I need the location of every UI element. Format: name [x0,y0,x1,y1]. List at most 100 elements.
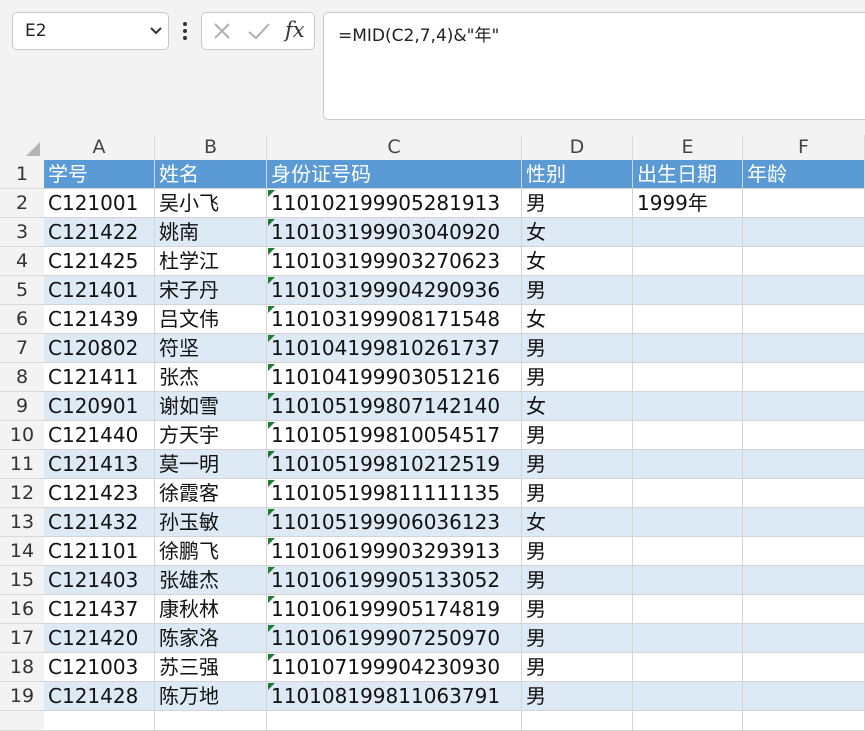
cell-e17[interactable] [633,624,743,653]
cell-a2[interactable]: C121001 [44,189,155,218]
cell-a5[interactable]: C121401 [44,276,155,305]
cell-c19[interactable]: 110108199811063791 [267,682,522,711]
row-header-1[interactable]: 1 [0,160,44,189]
cell-a16[interactable]: C121437 [44,595,155,624]
cell-f6[interactable] [743,305,865,334]
cell-e3[interactable] [633,218,743,247]
cell-e20[interactable] [633,711,743,731]
row-header-18[interactable]: 18 [0,653,44,682]
cell-d14[interactable]: 男 [522,537,633,566]
cell-f2[interactable] [743,189,865,218]
cell-f14[interactable] [743,537,865,566]
column-header-e[interactable]: E [633,135,743,160]
cell-a17[interactable]: C121420 [44,624,155,653]
cell-b14[interactable]: 徐鹏飞 [155,537,267,566]
cell-f5[interactable] [743,276,865,305]
row-header-11[interactable]: 11 [0,450,44,479]
cell-d11[interactable]: 男 [522,450,633,479]
cell-f16[interactable] [743,595,865,624]
row-header-13[interactable]: 13 [0,508,44,537]
row-header-9[interactable]: 9 [0,392,44,421]
cell-f7[interactable] [743,334,865,363]
cell-b13[interactable]: 孙玉敏 [155,508,267,537]
row-header-12[interactable]: 12 [0,479,44,508]
cell-a3[interactable]: C121422 [44,218,155,247]
cell-c17[interactable]: 110106199907250970 [267,624,522,653]
insert-function-button[interactable]: fx [285,18,305,42]
cell-c6[interactable]: 110103199908171548 [267,305,522,334]
cell-d8[interactable]: 男 [522,363,633,392]
cell-c4[interactable]: 110103199903270623 [267,247,522,276]
cell-c20[interactable] [267,711,522,731]
column-header-a[interactable]: A [44,135,155,160]
cell-f19[interactable] [743,682,865,711]
column-header-d[interactable]: D [522,135,633,160]
cell-e18[interactable] [633,653,743,682]
cell-f20[interactable] [743,711,865,731]
cancel-icon[interactable] [212,21,232,41]
cell-e2[interactable]: 1999年 [633,189,743,218]
cell-b19[interactable]: 陈万地 [155,682,267,711]
row-header-6[interactable]: 6 [0,305,44,334]
cell-d17[interactable]: 男 [522,624,633,653]
cell-c2[interactable]: 110102199905281913 [267,189,522,218]
row-header-8[interactable]: 8 [0,363,44,392]
cell-b12[interactable]: 徐霞客 [155,479,267,508]
cell-e10[interactable] [633,421,743,450]
row-header-3[interactable]: 3 [0,218,44,247]
row-header-5[interactable]: 5 [0,276,44,305]
cell-e19[interactable] [633,682,743,711]
cell-a12[interactable]: C121423 [44,479,155,508]
cell-e8[interactable] [633,363,743,392]
cell-e11[interactable] [633,450,743,479]
cell-a19[interactable]: C121428 [44,682,155,711]
cell-e6[interactable] [633,305,743,334]
cell-b7[interactable]: 符坚 [155,334,267,363]
cell-e16[interactable] [633,595,743,624]
cell-a13[interactable]: C121432 [44,508,155,537]
cell-b6[interactable]: 吕文伟 [155,305,267,334]
cell-a20[interactable] [44,711,155,731]
cell-a18[interactable]: C121003 [44,653,155,682]
row-header-20[interactable] [0,711,44,731]
column-header-c[interactable]: C [267,135,522,160]
cell-f9[interactable] [743,392,865,421]
row-header-17[interactable]: 17 [0,624,44,653]
cell-a8[interactable]: C121411 [44,363,155,392]
cell-b3[interactable]: 姚南 [155,218,267,247]
cell-f10[interactable] [743,421,865,450]
header-cell-a1[interactable]: 学号 [44,160,155,189]
cell-d16[interactable]: 男 [522,595,633,624]
cell-d3[interactable]: 女 [522,218,633,247]
cell-e14[interactable] [633,537,743,566]
cell-c7[interactable]: 110104199810261737 [267,334,522,363]
cell-c5[interactable]: 110103199904290936 [267,276,522,305]
name-box[interactable]: E2 [12,12,169,50]
cell-b11[interactable]: 莫一明 [155,450,267,479]
cell-d4[interactable]: 女 [522,247,633,276]
cell-d9[interactable]: 女 [522,392,633,421]
column-header-b[interactable]: B [155,135,267,160]
cell-a15[interactable]: C121403 [44,566,155,595]
formula-input[interactable]: =MID(C2,7,4)&"年" [323,12,865,120]
cell-c18[interactable]: 110107199904230930 [267,653,522,682]
cell-c14[interactable]: 110106199903293913 [267,537,522,566]
cell-f11[interactable] [743,450,865,479]
cell-d2[interactable]: 男 [522,189,633,218]
cell-b2[interactable]: 吴小飞 [155,189,267,218]
cell-d15[interactable]: 男 [522,566,633,595]
cell-b17[interactable]: 陈家洛 [155,624,267,653]
row-header-15[interactable]: 15 [0,566,44,595]
cell-c8[interactable]: 110104199903051216 [267,363,522,392]
cell-b4[interactable]: 杜学江 [155,247,267,276]
cell-d7[interactable]: 男 [522,334,633,363]
cell-e12[interactable] [633,479,743,508]
header-cell-f1[interactable]: 年龄 [743,160,865,189]
cell-c3[interactable]: 110103199903040920 [267,218,522,247]
row-header-2[interactable]: 2 [0,189,44,218]
cell-d19[interactable]: 男 [522,682,633,711]
cell-b10[interactable]: 方天宇 [155,421,267,450]
cell-b8[interactable]: 张杰 [155,363,267,392]
cell-e9[interactable] [633,392,743,421]
cell-d18[interactable]: 男 [522,653,633,682]
